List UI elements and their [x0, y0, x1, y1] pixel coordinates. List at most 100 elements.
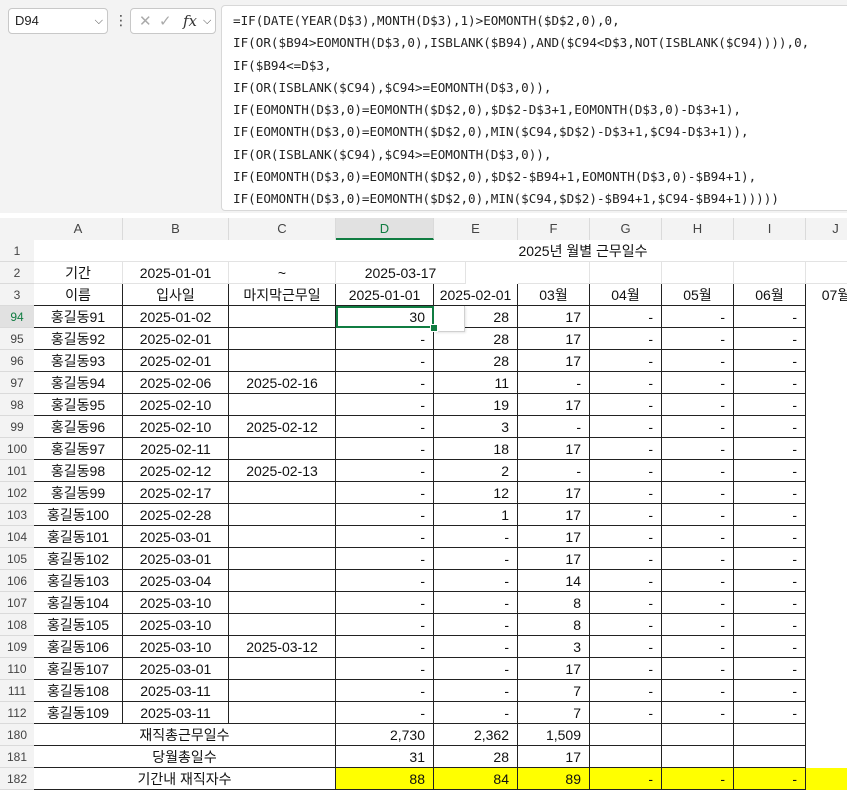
- month-days-cell[interactable]: -: [734, 636, 806, 658]
- month-days-cell[interactable]: -: [734, 306, 806, 328]
- month-days-cell[interactable]: 3: [518, 636, 590, 658]
- summary-value[interactable]: [590, 746, 662, 768]
- summary-value[interactable]: [662, 724, 734, 746]
- row-header[interactable]: 110: [0, 658, 34, 680]
- chevron-down-icon[interactable]: ⌵: [95, 9, 103, 33]
- employee-name[interactable]: 홍길동102: [34, 548, 123, 570]
- month-days-cell[interactable]: -: [662, 680, 734, 702]
- row-header[interactable]: 94: [0, 306, 34, 328]
- hire-date[interactable]: 2025-02-11: [123, 438, 229, 460]
- summary-label[interactable]: 기간내 재직자수: [34, 768, 336, 790]
- month-days-cell[interactable]: 17: [518, 526, 590, 548]
- month-days-cell[interactable]: 30: [336, 306, 434, 328]
- last-work-date[interactable]: [229, 394, 336, 416]
- hire-date[interactable]: 2025-02-06: [123, 372, 229, 394]
- summary-value[interactable]: [662, 746, 734, 768]
- month-days-cell[interactable]: -: [734, 482, 806, 504]
- month-days-cell[interactable]: -: [518, 416, 590, 438]
- header-cell[interactable]: 05월: [662, 284, 734, 306]
- empty-cell[interactable]: [734, 262, 806, 284]
- summary-value[interactable]: 2,362: [434, 724, 518, 746]
- month-days-cell[interactable]: -: [590, 394, 662, 416]
- month-days-cell[interactable]: -: [434, 526, 518, 548]
- month-days-cell[interactable]: -: [336, 328, 434, 350]
- hire-date[interactable]: 2025-02-01: [123, 328, 229, 350]
- summary-label[interactable]: 재직총근무일수: [34, 724, 336, 746]
- month-days-cell[interactable]: 17: [518, 328, 590, 350]
- row-header[interactable]: 103: [0, 504, 34, 526]
- employee-name[interactable]: 홍길동91: [34, 306, 123, 328]
- month-days-cell[interactable]: [806, 460, 847, 482]
- month-days-cell[interactable]: [806, 658, 847, 680]
- month-days-cell[interactable]: -: [662, 658, 734, 680]
- chevron-down-icon[interactable]: ⌵: [203, 15, 211, 28]
- column-header-g[interactable]: G: [590, 218, 662, 240]
- month-days-cell[interactable]: -: [590, 438, 662, 460]
- month-days-cell[interactable]: -: [590, 636, 662, 658]
- month-days-cell[interactable]: -: [734, 614, 806, 636]
- month-days-cell[interactable]: 17: [518, 482, 590, 504]
- empty-cell[interactable]: [806, 262, 847, 284]
- last-work-date[interactable]: 2025-02-12: [229, 416, 336, 438]
- row-header[interactable]: 105: [0, 548, 34, 570]
- month-days-cell[interactable]: -: [734, 438, 806, 460]
- month-days-cell[interactable]: 2: [434, 460, 518, 482]
- month-days-cell[interactable]: -: [336, 416, 434, 438]
- month-days-cell[interactable]: -: [336, 394, 434, 416]
- month-days-cell[interactable]: -: [434, 614, 518, 636]
- employee-name[interactable]: 홍길동101: [34, 526, 123, 548]
- employee-name[interactable]: 홍길동96: [34, 416, 123, 438]
- insert-function-icon[interactable]: fx: [183, 12, 197, 30]
- last-work-date[interactable]: [229, 570, 336, 592]
- header-cell[interactable]: 03월: [518, 284, 590, 306]
- enter-icon[interactable]: ✓: [159, 12, 172, 30]
- month-days-cell[interactable]: [806, 394, 847, 416]
- month-days-cell[interactable]: -: [662, 416, 734, 438]
- month-days-cell[interactable]: -: [590, 614, 662, 636]
- hire-date[interactable]: 2025-03-01: [123, 658, 229, 680]
- last-work-date[interactable]: [229, 306, 336, 328]
- month-days-cell[interactable]: -: [734, 504, 806, 526]
- month-days-cell[interactable]: 17: [518, 350, 590, 372]
- month-days-cell[interactable]: -: [434, 702, 518, 724]
- month-days-cell[interactable]: -: [336, 570, 434, 592]
- month-days-cell[interactable]: -: [662, 702, 734, 724]
- summary-value[interactable]: 84: [434, 768, 518, 790]
- row-header[interactable]: 107: [0, 592, 34, 614]
- employee-name[interactable]: 홍길동98: [34, 460, 123, 482]
- month-days-cell[interactable]: 17: [518, 438, 590, 460]
- period-label[interactable]: 기간: [34, 262, 123, 284]
- row-header[interactable]: 104: [0, 526, 34, 548]
- formula-input[interactable]: =IF(DATE(YEAR(D$3),MONTH(D$3),1)>EOMONTH…: [221, 5, 847, 211]
- month-days-cell[interactable]: -: [662, 306, 734, 328]
- last-work-date[interactable]: [229, 592, 336, 614]
- hire-date[interactable]: 2025-02-17: [123, 482, 229, 504]
- month-days-cell[interactable]: -: [590, 504, 662, 526]
- month-days-cell[interactable]: [806, 592, 847, 614]
- month-days-cell[interactable]: -: [336, 680, 434, 702]
- last-work-date[interactable]: [229, 680, 336, 702]
- month-days-cell[interactable]: 1: [434, 504, 518, 526]
- hire-date[interactable]: 2025-03-01: [123, 526, 229, 548]
- month-days-cell[interactable]: -: [734, 702, 806, 724]
- month-days-cell[interactable]: 28: [434, 350, 518, 372]
- row-header[interactable]: 99: [0, 416, 34, 438]
- month-days-cell[interactable]: -: [336, 526, 434, 548]
- last-work-date[interactable]: 2025-03-12: [229, 636, 336, 658]
- employee-name[interactable]: 홍길동103: [34, 570, 123, 592]
- hire-date[interactable]: 2025-02-10: [123, 416, 229, 438]
- month-days-cell[interactable]: -: [336, 702, 434, 724]
- month-days-cell[interactable]: -: [734, 372, 806, 394]
- summary-value[interactable]: -: [734, 768, 806, 790]
- month-days-cell[interactable]: -: [590, 570, 662, 592]
- employee-name[interactable]: 홍길동94: [34, 372, 123, 394]
- month-days-cell[interactable]: -: [336, 636, 434, 658]
- header-cell[interactable]: 04월: [590, 284, 662, 306]
- last-work-date[interactable]: [229, 548, 336, 570]
- summary-value[interactable]: [734, 724, 806, 746]
- column-header-d[interactable]: D: [336, 218, 434, 240]
- hire-date[interactable]: 2025-03-10: [123, 592, 229, 614]
- hire-date[interactable]: 2025-02-28: [123, 504, 229, 526]
- month-days-cell[interactable]: -: [518, 372, 590, 394]
- month-days-cell[interactable]: 8: [518, 614, 590, 636]
